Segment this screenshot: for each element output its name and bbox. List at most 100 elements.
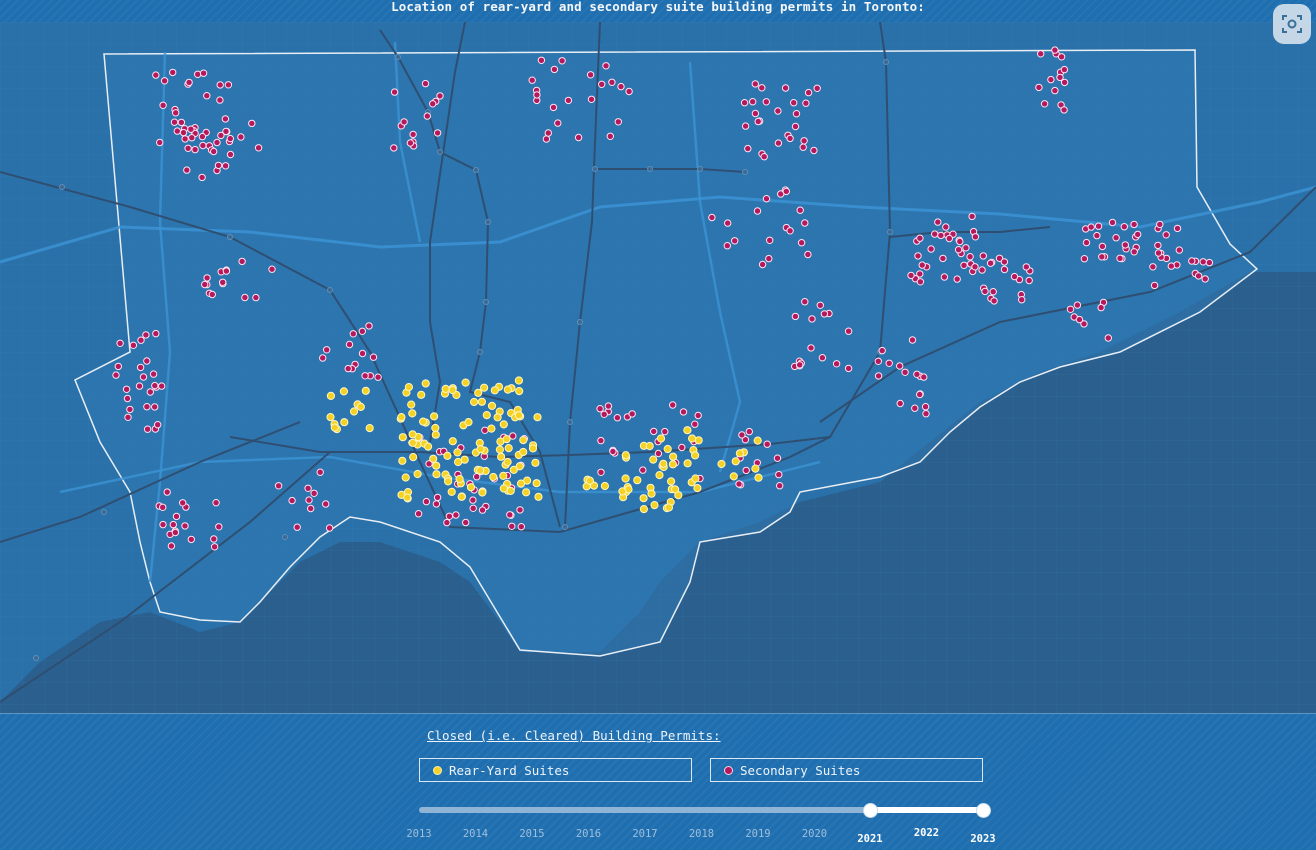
secondary-suite-marker[interactable] (241, 293, 249, 302)
rear-yard-suite-marker[interactable] (408, 409, 417, 418)
secondary-suite-marker[interactable] (549, 103, 558, 112)
secondary-suite-marker[interactable] (874, 357, 882, 365)
secondary-suite-marker[interactable] (122, 385, 131, 393)
year-slider-end-handle[interactable] (976, 803, 991, 818)
secondary-suite-marker[interactable] (187, 535, 196, 544)
secondary-suite-marker[interactable] (1057, 53, 1066, 61)
secondary-suite-marker[interactable] (844, 327, 853, 335)
rear-yard-suite-marker[interactable] (474, 388, 483, 397)
secondary-suite-marker[interactable] (1073, 301, 1082, 309)
secondary-suite-marker[interactable] (820, 310, 829, 318)
secondary-suite-marker[interactable] (406, 139, 415, 147)
secondary-suite-marker[interactable] (1060, 106, 1068, 114)
secondary-suite-marker[interactable] (896, 362, 904, 370)
secondary-suite-marker[interactable] (738, 431, 746, 439)
secondary-suite-marker[interactable] (874, 372, 883, 380)
secondary-suite-marker[interactable] (628, 410, 636, 418)
secondary-suite-marker[interactable] (708, 213, 716, 222)
secondary-suite-marker[interactable] (288, 496, 296, 505)
rear-yard-suite-marker[interactable] (495, 445, 504, 454)
secondary-suite-marker[interactable] (804, 250, 812, 259)
secondary-suite-marker[interactable] (802, 99, 810, 107)
secondary-suite-marker[interactable] (304, 484, 312, 492)
secondary-suite-marker[interactable] (613, 414, 622, 422)
secondary-suite-marker[interactable] (600, 410, 608, 418)
secondary-suite-marker[interactable] (226, 134, 235, 143)
secondary-suite-marker[interactable] (1087, 223, 1095, 231)
secondary-suite-marker[interactable] (143, 357, 151, 365)
secondary-suite-marker[interactable] (1022, 263, 1031, 271)
secondary-suite-marker[interactable] (791, 312, 800, 321)
secondary-suite-marker[interactable] (971, 263, 979, 271)
secondary-suite-marker[interactable] (478, 506, 487, 514)
secondary-suite-marker[interactable] (766, 236, 774, 245)
secondary-suite-marker[interactable] (160, 77, 169, 85)
secondary-suite-marker[interactable] (136, 363, 145, 372)
rear-yard-suite-marker[interactable] (413, 469, 422, 479)
secondary-suite-marker[interactable] (781, 84, 790, 92)
secondary-suite-marker[interactable] (179, 128, 188, 137)
secondary-suite-marker[interactable] (617, 82, 625, 91)
rear-yard-suite-marker[interactable] (647, 489, 656, 498)
rear-yard-suite-marker[interactable] (639, 494, 648, 503)
secondary-suite-marker[interactable] (1194, 272, 1203, 280)
rear-yard-suite-marker[interactable] (401, 473, 410, 482)
secondary-suite-marker[interactable] (550, 65, 559, 74)
secondary-suite-marker[interactable] (1037, 50, 1045, 58)
secondary-suite-marker[interactable] (274, 482, 283, 490)
secondary-suite-marker[interactable] (931, 230, 939, 238)
secondary-suite-marker[interactable] (774, 139, 783, 147)
rear-yard-suite-marker[interactable] (621, 451, 630, 460)
secondary-suite-marker[interactable] (558, 57, 566, 65)
secondary-suite-marker[interactable] (365, 322, 373, 330)
rear-yard-suite-marker[interactable] (330, 423, 339, 432)
rear-yard-suite-marker[interactable] (408, 438, 417, 447)
secondary-suite-marker[interactable] (762, 195, 771, 203)
rear-yard-suite-marker[interactable] (455, 474, 464, 484)
secondary-suite-marker[interactable] (345, 340, 354, 349)
secondary-suite-marker[interactable] (222, 267, 231, 275)
secondary-suite-marker[interactable] (1094, 222, 1103, 230)
secondary-suite-marker[interactable] (445, 512, 454, 520)
rear-yard-suite-marker[interactable] (398, 433, 407, 442)
secondary-suite-marker[interactable] (191, 145, 199, 154)
secondary-suite-marker[interactable] (184, 144, 192, 153)
secondary-suite-marker[interactable] (782, 187, 790, 196)
rear-yard-suite-marker[interactable] (717, 459, 726, 469)
secondary-suite-marker[interactable] (744, 144, 752, 153)
secondary-suite-marker[interactable] (149, 370, 158, 378)
rear-yard-suite-marker[interactable] (476, 445, 485, 454)
secondary-suite-marker[interactable] (237, 133, 245, 141)
rear-yard-suite-marker[interactable] (361, 386, 370, 395)
rear-yard-suite-marker[interactable] (668, 460, 678, 469)
secondary-suite-marker[interactable] (916, 234, 924, 242)
secondary-suite-marker[interactable] (349, 330, 357, 338)
rear-yard-suite-marker[interactable] (470, 397, 479, 407)
secondary-suite-marker[interactable] (1093, 231, 1101, 240)
secondary-suite-marker[interactable] (1154, 241, 1162, 250)
secondary-suite-marker[interactable] (221, 115, 230, 123)
rear-yard-suite-marker[interactable] (671, 485, 680, 494)
secondary-suite-marker[interactable] (293, 523, 301, 531)
rear-yard-suite-marker[interactable] (421, 379, 430, 388)
rear-yard-suite-marker[interactable] (431, 430, 440, 439)
secondary-suite-marker[interactable] (1201, 275, 1209, 283)
secondary-suite-marker[interactable] (222, 127, 230, 136)
secondary-suite-marker[interactable] (609, 447, 617, 456)
secondary-suite-marker[interactable] (796, 206, 804, 214)
secondary-suite-marker[interactable] (358, 349, 367, 358)
rear-yard-suite-marker[interactable] (339, 387, 348, 396)
secondary-suite-marker[interactable] (358, 327, 366, 335)
secondary-suite-marker[interactable] (198, 132, 207, 141)
secondary-suite-marker[interactable] (1188, 257, 1196, 265)
year-label[interactable]: 2014 (456, 828, 496, 840)
secondary-suite-marker[interactable] (433, 493, 442, 502)
secondary-suite-marker[interactable] (574, 133, 583, 142)
secondary-suite-marker[interactable] (962, 244, 970, 252)
year-label[interactable]: 2015 (512, 828, 552, 840)
rear-yard-suite-marker[interactable] (424, 442, 433, 451)
secondary-suite-marker[interactable] (966, 253, 974, 261)
secondary-suite-marker[interactable] (1098, 253, 1106, 261)
secondary-suite-marker[interactable] (878, 346, 886, 355)
secondary-suite-marker[interactable] (1130, 220, 1138, 229)
